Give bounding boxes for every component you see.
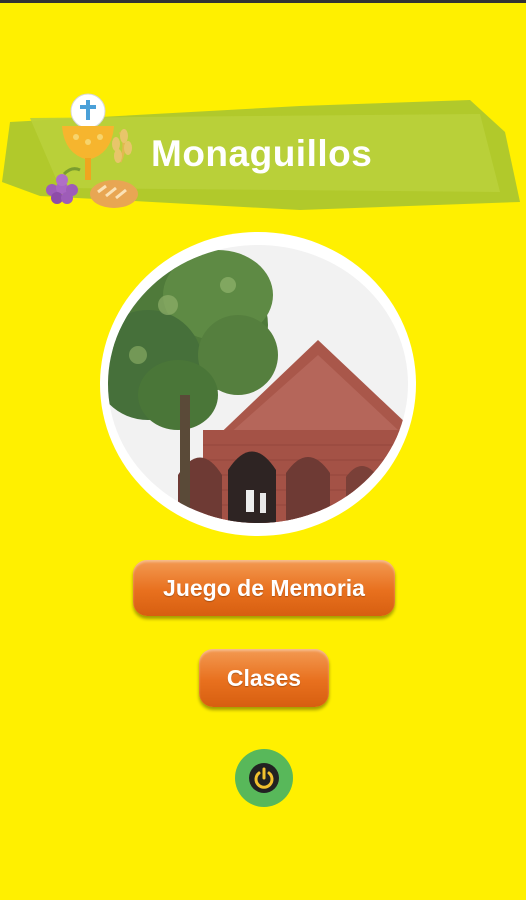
classes-label: Clases	[226, 664, 302, 691]
memory-game-label: Juego de Memoria	[163, 574, 365, 601]
classes-button[interactable]: Clases	[199, 649, 329, 707]
church-photo	[108, 245, 408, 523]
status-bar-edge	[0, 0, 526, 3]
chalice-logo-icon	[36, 92, 146, 212]
memory-game-button[interactable]: Juego de Memoria	[133, 560, 395, 616]
power-button[interactable]	[235, 749, 293, 807]
power-icon	[249, 763, 279, 793]
app-title: Monaguillos	[151, 133, 373, 174]
